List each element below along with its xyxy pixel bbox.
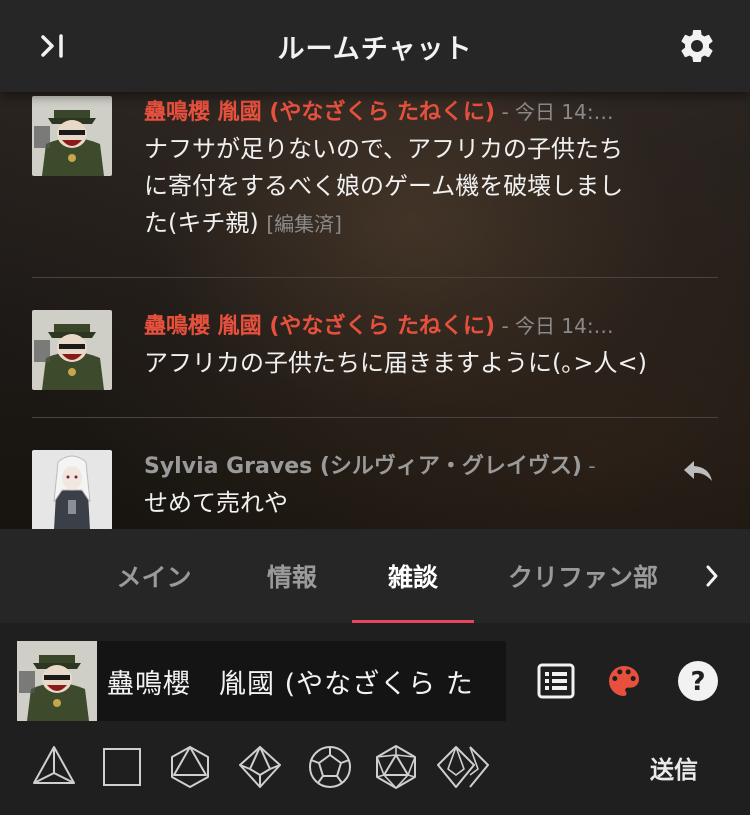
gear-icon[interactable]: [676, 25, 718, 67]
sender-name[interactable]: 蠱鳴櫻 胤國 (やなざくら たねくに): [144, 314, 495, 339]
d12-icon[interactable]: [306, 743, 354, 791]
avatar: [32, 310, 112, 390]
separator: -: [495, 100, 516, 124]
collapse-right-icon[interactable]: [34, 28, 74, 64]
chat-log[interactable]: 蠱鳴櫻 胤國 (やなざくら たねくに) - 今日 14:… ナフサが足りないので…: [0, 92, 750, 529]
message-divider: [32, 417, 718, 418]
tab-chat[interactable]: 雑談: [352, 529, 474, 623]
message-text: アフリカの子供たちに届きますように(｡>人<): [144, 345, 718, 382]
separator: -: [495, 314, 516, 338]
edited-label: [編集済]: [266, 212, 342, 236]
d10-icon[interactable]: [236, 743, 284, 791]
avatar: [17, 641, 97, 721]
d20-icon[interactable]: [372, 743, 420, 791]
d100-icon[interactable]: [436, 743, 492, 791]
message-line: ナフサが足りないので、アフリカの子供たち: [144, 135, 624, 163]
sender-name[interactable]: Sylvia Graves (シルヴィア・グレイヴス): [144, 454, 582, 479]
character-selector[interactable]: 蠱鳴櫻 胤國 (やなざくら た: [17, 641, 506, 721]
dice-toolbar: 送信: [0, 743, 750, 815]
svg-text:?: ?: [690, 667, 705, 697]
sender-name[interactable]: 蠱鳴櫻 胤國 (やなざくら たねくに): [144, 100, 495, 125]
d6-icon[interactable]: [98, 743, 146, 791]
app-header: ルームチャット: [0, 0, 750, 92]
avatar: [32, 96, 112, 176]
reply-icon[interactable]: [678, 456, 718, 486]
message-timestamp: 今日 14:…: [515, 100, 614, 124]
d8-icon[interactable]: [166, 743, 214, 791]
character-name: 蠱鳴櫻 胤國 (やなざくら た: [107, 668, 474, 700]
message-line: アフリカの子供たちに届きますように(｡>人<): [144, 349, 647, 377]
tab-info[interactable]: 情報: [232, 529, 352, 623]
send-button[interactable]: 送信: [650, 745, 698, 789]
message-timestamp: 今日 14:…: [515, 314, 614, 338]
tab-club[interactable]: クリファン部: [500, 529, 672, 623]
tab-main[interactable]: メイン: [98, 529, 210, 623]
palette-icon[interactable]: [602, 659, 646, 703]
avatar: [32, 450, 112, 529]
d4-icon[interactable]: [30, 743, 78, 791]
help-icon[interactable]: ?: [676, 659, 720, 703]
message-divider: [32, 277, 718, 278]
chevron-right-icon[interactable]: [700, 561, 724, 591]
page-title: ルームチャット: [277, 33, 473, 65]
list-icon[interactable]: [534, 659, 578, 703]
message-line: せめて売れや: [144, 489, 288, 517]
message-text: ナフサが足りないので、アフリカの子供たち に寄付をするべく娘のゲーム機を破壊しま…: [144, 131, 718, 243]
message-input-row: 蠱鳴櫻 胤國 (やなざくら た ?: [0, 623, 750, 743]
message-line: た(キチ親): [144, 209, 259, 237]
separator: -: [582, 454, 596, 478]
message-line: に寄付をするべく娘のゲーム機を破壊しまし: [144, 172, 624, 200]
message-text: せめて売れや: [144, 485, 718, 522]
channel-tabs: メイン 情報 雑談 クリファン部: [0, 529, 750, 623]
